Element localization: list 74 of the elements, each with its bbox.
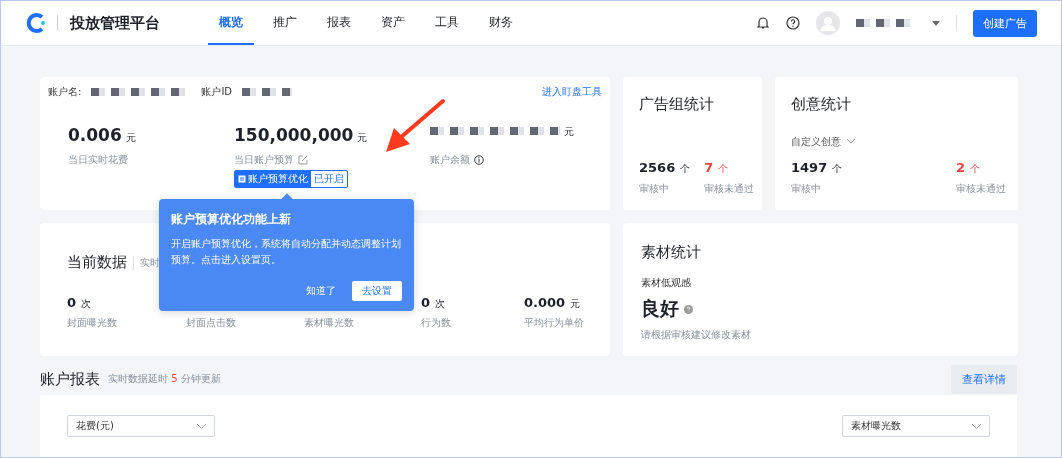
help-icon[interactable]	[786, 16, 800, 30]
unit-label: 次	[81, 298, 92, 309]
stat-value: 2	[956, 160, 966, 175]
account-id-label: 账户ID	[201, 85, 233, 99]
unit-label: 元	[570, 298, 581, 309]
tag-label: 账户预算优化	[248, 172, 308, 186]
unit-label: 元	[125, 131, 136, 145]
metric-select[interactable]: 素材曝光数	[842, 415, 990, 437]
unit-label: 次	[435, 298, 446, 309]
unit-label: 元	[564, 125, 574, 139]
nav-tab[interactable]: 推广	[262, 1, 308, 45]
stat-value: 7	[704, 160, 714, 175]
create-ad-button[interactable]: 创建广告	[973, 9, 1037, 37]
metric-label: 封面点击数	[186, 316, 237, 330]
calendar-icon	[238, 175, 246, 183]
metric-label: 账户余额	[430, 153, 470, 167]
metric-value: 150,000,000	[234, 125, 354, 145]
metric-label: 当日实时花费	[68, 153, 128, 167]
unit-label: 个	[718, 163, 729, 174]
metric-value: 0.000	[524, 295, 566, 310]
metric-label: 平均行为单价	[524, 316, 585, 330]
go-settings-button[interactable]: 去设置	[352, 281, 402, 301]
card-title: 素材统计	[641, 243, 702, 262]
caret-icon[interactable]	[932, 20, 940, 26]
nav-tab[interactable]: 报表	[316, 1, 362, 45]
metric-label: 当日账户预算	[234, 153, 294, 167]
metric-value: 0	[67, 295, 77, 310]
metric-value: 0	[421, 295, 431, 310]
unit-label: 个	[680, 163, 691, 174]
stat-label: 审核中	[791, 182, 822, 196]
stat-value: 1497	[791, 160, 828, 175]
stat-label: 审核未通过	[704, 182, 755, 196]
metric-select[interactable]: 花费(元)	[67, 415, 215, 437]
card-subtitle: 实时	[140, 255, 160, 270]
arrow-drawing	[384, 98, 446, 154]
nav-tab[interactable]: 资产	[370, 1, 416, 45]
stat-label: 审核中	[639, 182, 670, 196]
creative-filter-dropdown[interactable]: 自定义创意	[791, 126, 1006, 157]
popover-title: 账户预算优化功能上新	[171, 211, 292, 228]
chevron-down-icon	[847, 139, 855, 144]
account-name-label: 账户名:	[48, 85, 82, 99]
nav-tab[interactable]: 概览	[208, 1, 254, 45]
section-title: 账户报表	[40, 369, 100, 389]
metric-label: 素材曝光数	[304, 316, 355, 330]
view-details-button[interactable]: 查看详情	[951, 364, 1017, 394]
metric-label: 行为数	[421, 316, 452, 330]
brand-title: 投放管理平台	[70, 13, 160, 33]
tool-link[interactable]: 进入盯盘工具	[542, 85, 602, 99]
edit-icon[interactable]	[298, 155, 308, 165]
budget-optimization-tag[interactable]: 账户预算优化 已开启	[234, 170, 348, 188]
chevron-down-icon	[197, 423, 206, 429]
card-title: 创意统计	[791, 95, 852, 114]
status-value: 良好	[641, 296, 679, 321]
info-icon[interactable]	[474, 155, 484, 165]
card-title: 广告组统计	[639, 95, 715, 114]
metric-label: 封面曝光数	[67, 316, 118, 330]
redacted-account-id	[242, 88, 293, 96]
stat-label: 审核未通过	[956, 182, 1006, 196]
bell-icon[interactable]	[756, 16, 770, 30]
logo-icon	[25, 12, 47, 34]
nav-tab[interactable]: 工具	[424, 1, 470, 45]
card-subtitle: 素材低观感	[641, 276, 692, 290]
tag-status: 已开启	[313, 172, 345, 186]
card-title: 当前数据	[67, 253, 127, 272]
nav-tab[interactable]: 财务	[478, 1, 524, 45]
update-note: 实时数据延时 5 分钟更新	[108, 372, 221, 386]
unit-label: 个	[970, 163, 981, 174]
unit-label: 元	[357, 131, 368, 145]
metric-value: 0.006	[68, 125, 122, 145]
stat-value: 2566	[639, 160, 676, 175]
unit-label: 个	[832, 163, 843, 174]
popover-text: 开启账户预算优化，系统将自动分配并动态调整计划预算。点击进入设置页。	[171, 237, 402, 267]
chevron-down-icon	[972, 423, 981, 429]
hint-text: 请根据审核建议修改素材	[641, 328, 752, 342]
